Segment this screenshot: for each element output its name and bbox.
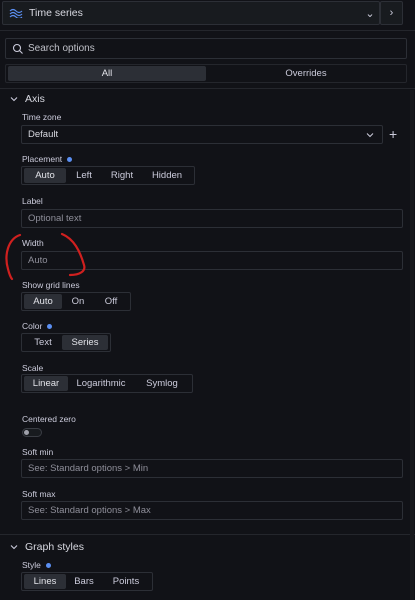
scale-option-logarithmic[interactable]: Logarithmic — [68, 376, 134, 391]
color-option-text[interactable]: Text — [24, 335, 62, 350]
color-label: Color — [22, 321, 53, 331]
color-option-series[interactable]: Series — [62, 335, 108, 350]
grid-lines-option-on[interactable]: On — [62, 294, 94, 309]
placement-option-right[interactable]: Right — [102, 168, 142, 183]
show-grid-lines-label: Show grid lines — [22, 280, 80, 290]
centered-zero-label: Centered zero — [22, 414, 76, 424]
add-time-zone-button[interactable]: + — [389, 126, 397, 142]
soft-min-input[interactable]: See: Standard options > Min — [21, 459, 403, 478]
scale-option-linear[interactable]: Linear — [24, 376, 68, 391]
tab-overrides[interactable]: Overrides — [206, 66, 406, 81]
scrollbar[interactable] — [410, 90, 414, 600]
modified-indicator-dot — [67, 156, 73, 162]
modified-indicator-dot — [47, 323, 53, 329]
search-input[interactable] — [28, 43, 406, 54]
axis-label-label: Label — [22, 196, 43, 206]
chevron-down-icon — [10, 545, 18, 550]
placement-radio-group: Auto Left Right Hidden — [21, 166, 195, 185]
grid-lines-option-off[interactable]: Off — [94, 294, 128, 309]
color-radio-group: Text Series — [21, 333, 111, 352]
style-option-bars[interactable]: Bars — [66, 574, 102, 589]
placement-option-hidden[interactable]: Hidden — [142, 168, 192, 183]
style-option-lines[interactable]: Lines — [24, 574, 66, 589]
scale-radio-group: Linear Logarithmic Symlog — [21, 374, 193, 393]
visualization-picker[interactable]: Time series ⌄ — [2, 1, 380, 25]
time-zone-select[interactable]: Default — [21, 125, 383, 144]
chevron-down-icon[interactable]: ⌄ — [361, 7, 379, 20]
divider — [0, 88, 415, 89]
soft-max-label: Soft max — [22, 489, 56, 499]
section-title: Graph styles — [25, 541, 84, 553]
style-label: Style — [22, 560, 51, 570]
time-zone-label: Time zone — [22, 112, 62, 122]
scale-label: Scale — [22, 363, 44, 373]
width-input[interactable]: Auto — [21, 251, 403, 270]
placement-label: Placement — [22, 154, 73, 164]
grid-lines-option-auto[interactable]: Auto — [24, 294, 62, 309]
search-box[interactable] — [5, 38, 407, 59]
section-title: Axis — [25, 93, 45, 105]
section-header-axis[interactable]: Axis — [9, 93, 45, 105]
section-header-graph-styles[interactable]: Graph styles — [9, 541, 84, 553]
chevron-down-icon — [366, 132, 374, 137]
time-zone-value: Default — [28, 129, 59, 140]
search-icon — [12, 43, 23, 54]
time-series-icon — [9, 8, 23, 18]
visualization-name: Time series — [29, 7, 83, 19]
divider — [0, 534, 415, 535]
style-option-points[interactable]: Points — [102, 574, 150, 589]
centered-zero-toggle[interactable] — [22, 428, 42, 437]
toggle-knob — [24, 430, 29, 435]
scale-option-symlog[interactable]: Symlog — [134, 376, 190, 391]
chevron-right-icon[interactable]: › — [380, 1, 403, 25]
soft-max-input[interactable]: See: Standard options > Max — [21, 501, 403, 520]
width-label: Width — [22, 238, 44, 248]
style-radio-group: Lines Bars Points — [21, 572, 153, 591]
grid-lines-radio-group: Auto On Off — [21, 292, 131, 311]
chevron-down-icon — [10, 97, 18, 102]
modified-indicator-dot — [45, 562, 51, 568]
divider — [0, 30, 415, 31]
soft-min-label: Soft min — [22, 447, 54, 457]
tab-all[interactable]: All — [8, 66, 206, 81]
axis-label-input[interactable]: Optional text — [21, 209, 403, 228]
placement-option-auto[interactable]: Auto — [24, 168, 66, 183]
placement-option-left[interactable]: Left — [66, 168, 102, 183]
